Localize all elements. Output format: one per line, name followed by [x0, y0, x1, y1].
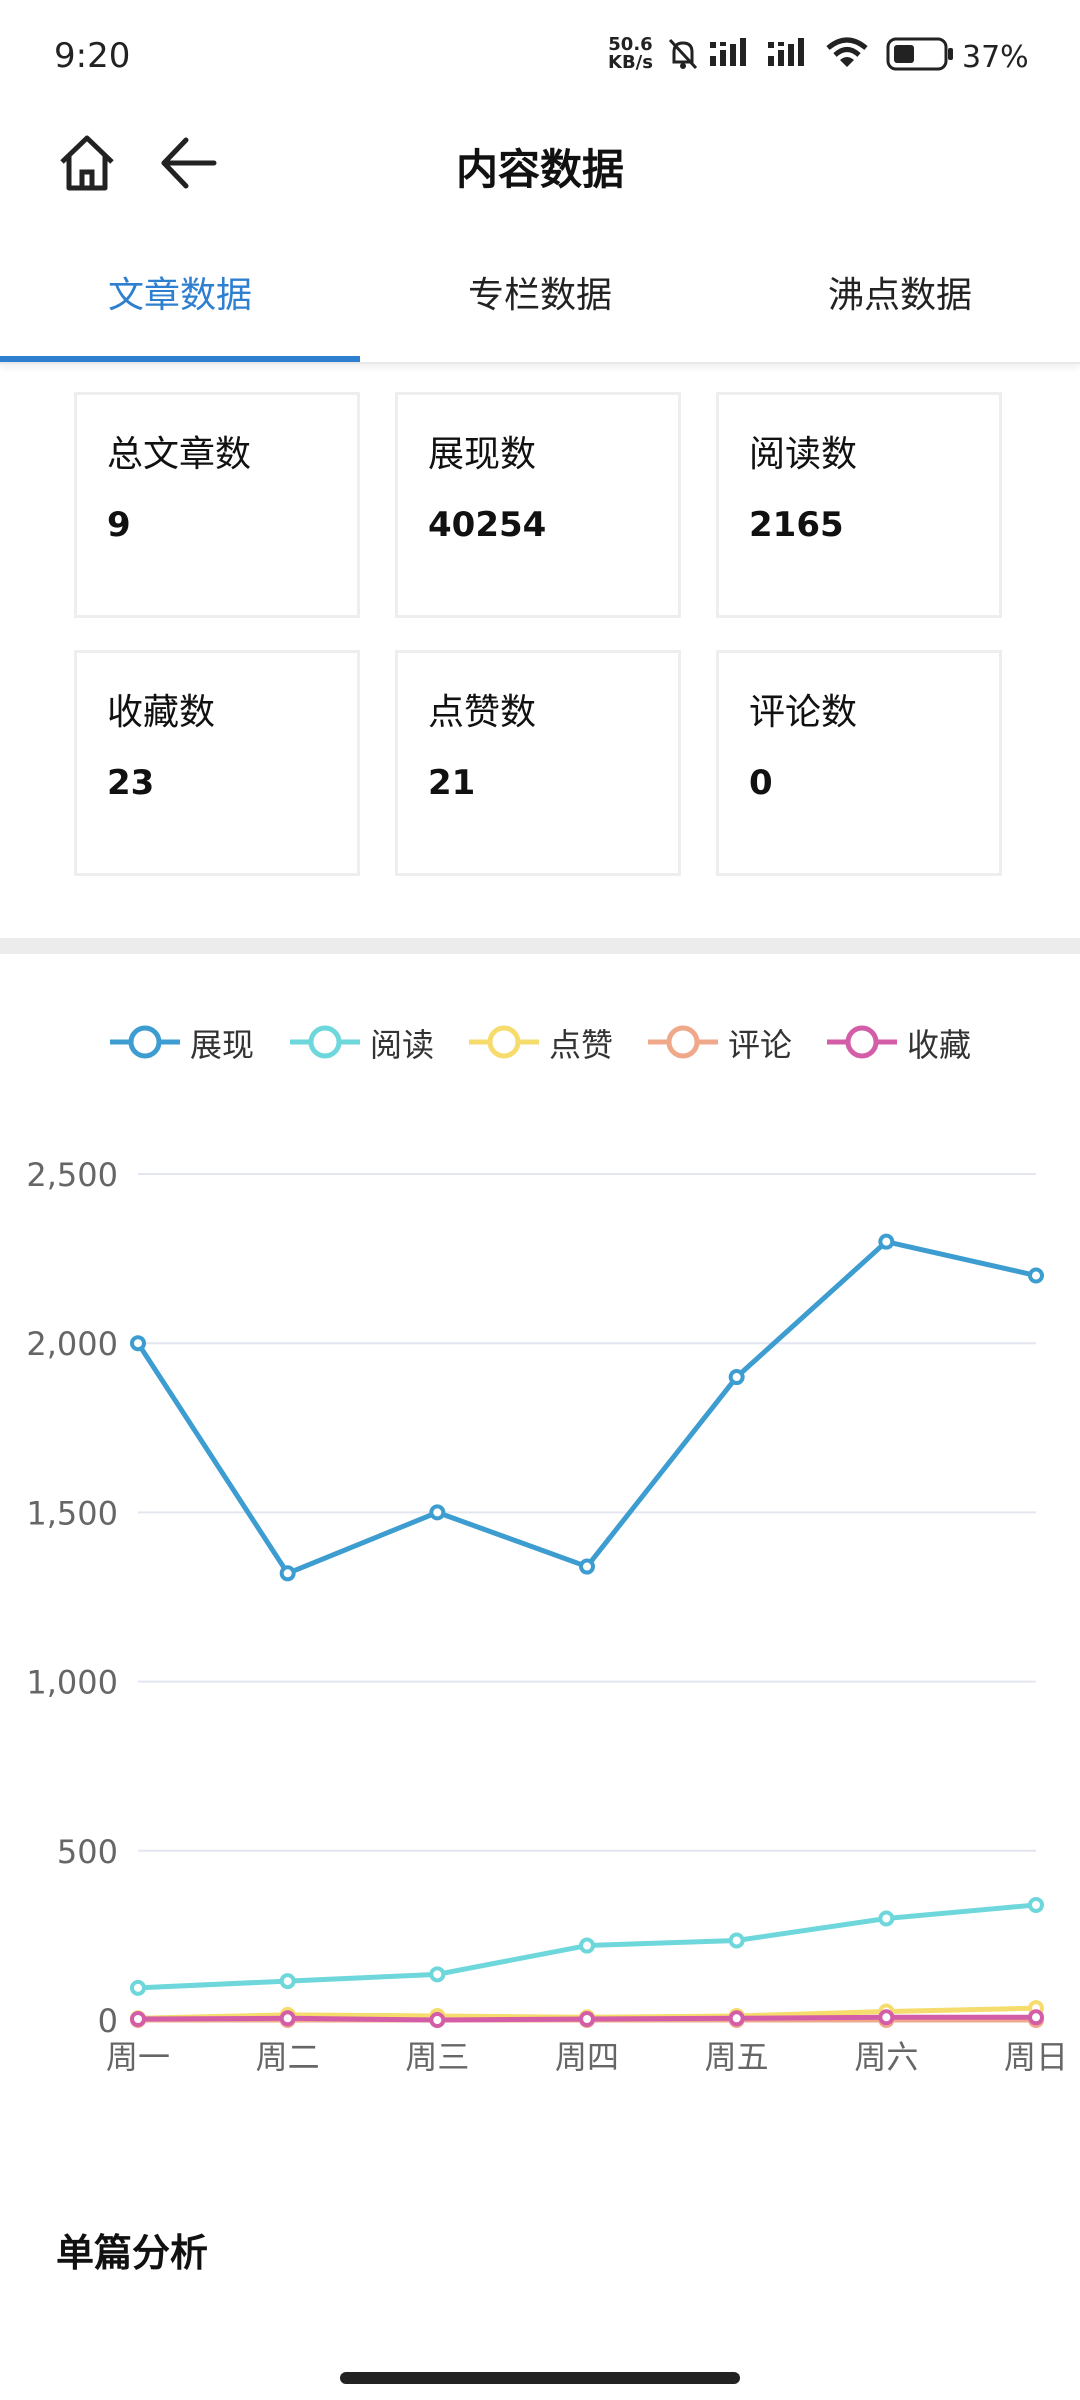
- legend-marker-icon: [469, 1025, 539, 1059]
- legend-label: 收藏: [907, 1026, 972, 1064]
- active-tab-indicator: [0, 356, 360, 362]
- tab-column-data[interactable]: 专栏数据: [360, 240, 720, 362]
- legend-label: 展现: [190, 1026, 255, 1064]
- stat-card-likes: 点赞数 21: [395, 650, 681, 876]
- data-point: [728, 2010, 745, 2027]
- legend-item[interactable]: 点赞: [467, 1012, 637, 1072]
- signal-icon: [710, 38, 746, 66]
- mute-icon: [668, 38, 698, 70]
- data-point: [279, 1973, 296, 1990]
- section-divider: [0, 938, 1080, 954]
- home-indicator[interactable]: [340, 2372, 740, 2384]
- y-tick-label: 1,000: [26, 1664, 118, 1702]
- data-point: [130, 1979, 146, 1996]
- net-speed: 50.6 KB/s: [608, 36, 653, 72]
- stat-value: 0: [749, 763, 773, 803]
- stat-label: 阅读数: [749, 434, 858, 475]
- data-point: [1028, 1896, 1044, 1913]
- data-point: [130, 2010, 146, 2027]
- data-point: [878, 1910, 895, 1927]
- y-tick-label: 2,500: [26, 1156, 118, 1194]
- legend-marker-icon: [827, 1025, 897, 1059]
- legend-marker-icon: [290, 1025, 360, 1059]
- data-point: [579, 2010, 595, 2027]
- data-point: [429, 2012, 446, 2028]
- stat-value: 9: [107, 505, 131, 545]
- x-tick-label: 周五: [705, 2038, 769, 2076]
- legend-label: 点赞: [549, 1026, 614, 1064]
- y-tick-label: 500: [57, 1833, 118, 1871]
- data-point: [878, 1233, 895, 1250]
- x-tick-label: 周四: [555, 2038, 619, 2076]
- y-tick-label: 2,000: [26, 1325, 118, 1363]
- single-article-analysis-heading: 单篇分析: [56, 2231, 209, 2275]
- data-point: [579, 1937, 595, 1954]
- stat-card-total-articles: 总文章数 9: [74, 392, 360, 618]
- stat-card-reads: 阅读数 2165: [716, 392, 1002, 618]
- data-point: [429, 1966, 446, 1983]
- tab-bar: 文章数据 专栏数据 沸点数据: [0, 240, 1080, 364]
- stat-value: 23: [107, 763, 155, 803]
- data-point: [279, 1565, 296, 1582]
- legend-label: 阅读: [370, 1026, 435, 1064]
- x-tick-label: 周日: [1004, 2038, 1068, 2076]
- stat-card-impressions: 展现数 40254: [395, 392, 681, 618]
- data-point: [579, 1558, 595, 1575]
- signal-icon: [768, 38, 804, 66]
- data-point: [279, 2010, 296, 2027]
- tab-article-data[interactable]: 文章数据: [0, 240, 360, 362]
- stat-value: 2165: [749, 505, 844, 545]
- y-tick-label: 1,500: [26, 1494, 118, 1532]
- y-tick-label: 0: [98, 2002, 118, 2040]
- x-tick-label: 周六: [854, 2038, 918, 2076]
- data-point: [429, 1504, 446, 1521]
- stat-label: 点赞数: [428, 692, 537, 733]
- data-point: [728, 1369, 745, 1386]
- legend-item[interactable]: 收藏: [825, 1012, 995, 1072]
- data-point: [728, 1932, 745, 1949]
- legend-item[interactable]: 展现: [108, 1012, 278, 1072]
- tab-pins-data[interactable]: 沸点数据: [720, 240, 1080, 362]
- legend-label: 评论: [728, 1026, 793, 1064]
- x-tick-label: 周一: [106, 2038, 170, 2076]
- battery-percent: 37%: [962, 40, 1029, 75]
- legend-marker-icon: [648, 1025, 718, 1059]
- stat-label: 总文章数: [107, 434, 252, 475]
- stat-label: 收藏数: [107, 692, 216, 733]
- wifi-icon: [826, 37, 868, 67]
- line-chart: 0 500 1,000 1,500 2,000 2,500 周一 周二 周三 周四 周五 周六 周日: [26, 1156, 1068, 2076]
- series-line: [135, 1239, 1037, 1576]
- x-tick-label: 周三: [405, 2038, 469, 2076]
- page-title: 内容数据: [455, 145, 624, 194]
- status-time: 9:20: [54, 36, 131, 76]
- stat-label: 评论数: [749, 692, 858, 733]
- data-point: [878, 2009, 895, 2026]
- legend-item[interactable]: 阅读: [288, 1012, 458, 1072]
- x-tick-label: 周二: [256, 2038, 320, 2076]
- stat-label: 展现数: [428, 434, 537, 475]
- stat-value: 21: [428, 763, 476, 803]
- legend-item[interactable]: 评论: [646, 1012, 816, 1072]
- battery-icon: [886, 37, 953, 71]
- stat-card-favorites: 收藏数 23: [74, 650, 360, 876]
- net-speed-unit: KB/s: [608, 52, 653, 73]
- app-header: 内容数据: [0, 110, 1080, 230]
- data-point: [1028, 2009, 1044, 2026]
- status-bar: 9:20 50.6 KB/s 37%: [0, 0, 1080, 110]
- stat-value: 40254: [428, 505, 547, 545]
- data-point: [130, 1335, 146, 1352]
- stat-card-comments: 评论数 0: [716, 650, 1002, 876]
- data-point: [1028, 1267, 1044, 1284]
- legend-marker-icon: [110, 1025, 180, 1059]
